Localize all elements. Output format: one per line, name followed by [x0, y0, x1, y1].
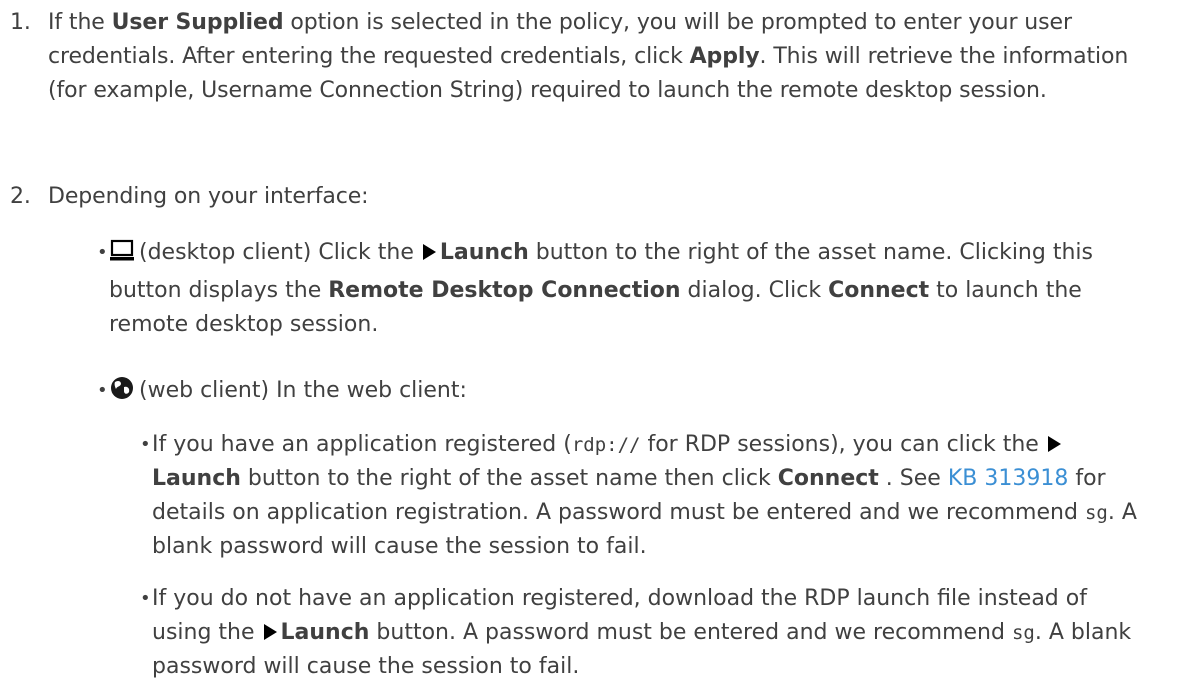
kb-link[interactable]: KB 313918	[948, 466, 1069, 491]
launch-label: Launch	[439, 240, 529, 265]
remote-desktop-connection-label: Remote Desktop Connection	[328, 278, 681, 303]
connect-label: Connect	[777, 466, 879, 491]
bullet-dot: •	[97, 380, 108, 401]
globe-icon	[109, 375, 135, 412]
web-client-subitem-2: • If you do not have an application regi…	[140, 582, 1140, 684]
bullet-dot: •	[140, 434, 151, 455]
recommended-password-code: sg	[1084, 502, 1108, 524]
play-icon	[1047, 436, 1061, 452]
play-icon	[263, 624, 277, 640]
recommended-password-code: sg	[1011, 622, 1035, 644]
web-client-item: • (web client) In the web client:	[97, 374, 1137, 412]
step-2: 2. Depending on your interface:	[10, 180, 1150, 214]
document-page: 1. If the User Supplied option is select…	[0, 0, 1178, 685]
desktop-client-item: • (desktop client) Click the Launch butt…	[97, 236, 1137, 342]
step-1: 1. If the User Supplied option is select…	[10, 6, 1150, 108]
user-supplied-label: User Supplied	[111, 10, 284, 35]
play-icon	[422, 244, 436, 260]
step-number: 1.	[10, 10, 31, 35]
bullet-dot: •	[140, 588, 151, 609]
desktop-monitor-icon	[109, 239, 135, 274]
step-number: 2.	[10, 184, 31, 209]
launch-label: Launch	[152, 466, 241, 491]
step-1-text: If the User Supplied option is selected …	[48, 10, 1129, 103]
apply-label: Apply	[689, 44, 760, 69]
connect-label: Connect	[828, 278, 930, 303]
web-client-subitem-1: • If you have an application registered …	[140, 428, 1140, 564]
bullet-dot: •	[97, 242, 108, 263]
launch-label: Launch	[280, 620, 370, 645]
step-2-text: Depending on your interface:	[48, 184, 369, 209]
rdp-protocol-code: rdp://	[571, 434, 641, 456]
